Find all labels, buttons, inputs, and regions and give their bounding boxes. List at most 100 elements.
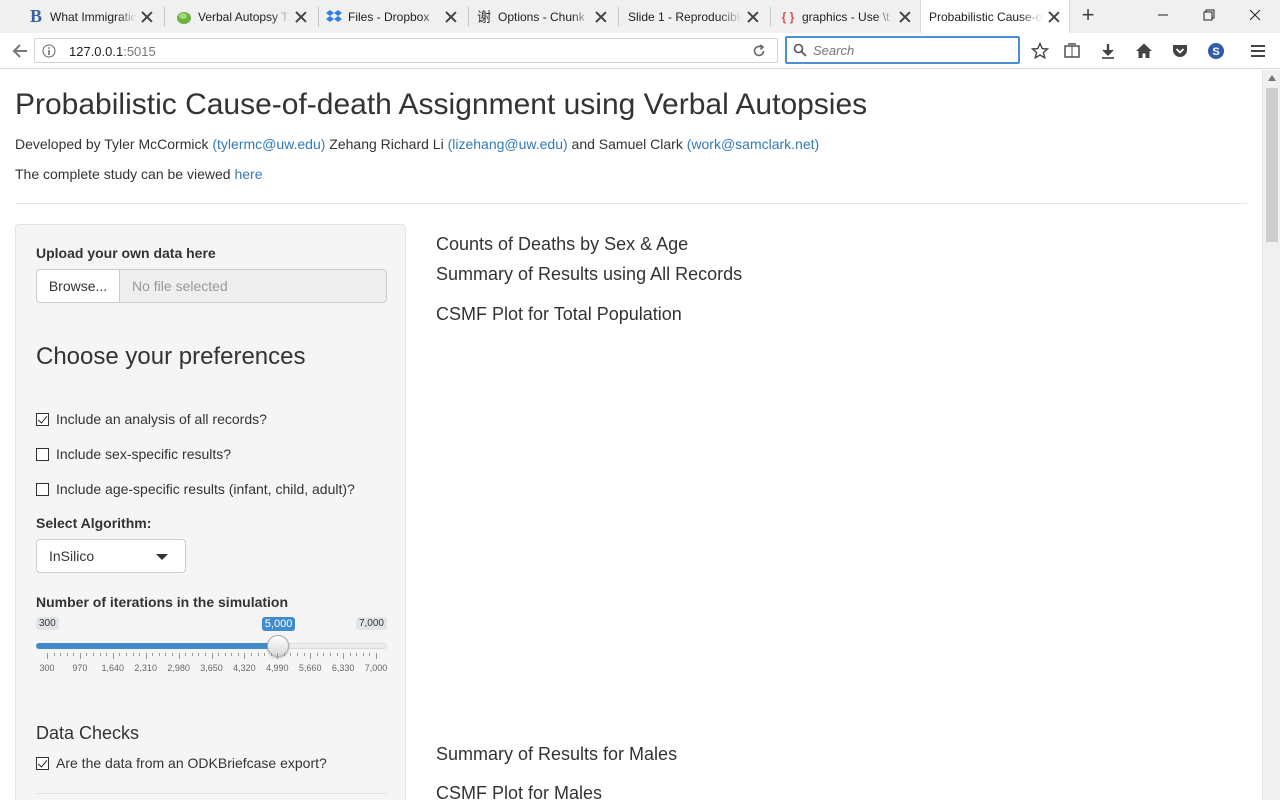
- back-arrow-icon[interactable]: [8, 39, 32, 63]
- slider-tick: [224, 653, 226, 656]
- extension-s-icon[interactable]: S: [1206, 41, 1226, 61]
- tab-label: graphics - Use \t: [802, 9, 890, 24]
- credits-text: and Samuel Clark: [567, 136, 687, 152]
- restore-icon[interactable]: [1186, 0, 1232, 30]
- slider-tick: [257, 653, 259, 656]
- divider: [15, 203, 1247, 204]
- email-link-clark[interactable]: (work@samclark.net): [687, 136, 819, 152]
- data-checks-heading: Data Checks: [36, 723, 140, 743]
- slider-tick: [47, 653, 48, 659]
- close-tab-icon[interactable]: [594, 10, 608, 24]
- credits-text: Developed by Tyler McCormick: [15, 136, 213, 152]
- new-tab-icon[interactable]: +: [1077, 4, 1099, 28]
- file-name-field[interactable]: No file selected: [119, 269, 387, 303]
- credits-text: Zehang Richard Li: [325, 136, 448, 152]
- close-window-icon[interactable]: [1232, 0, 1278, 30]
- slider-tick: [297, 653, 299, 656]
- search-box[interactable]: [785, 36, 1020, 64]
- tab-label: Slide 1 - Reproducible: [628, 9, 742, 24]
- tab-1[interactable]: B What Immigratio: [20, 0, 162, 33]
- slider-tick: [172, 653, 174, 656]
- close-tab-icon[interactable]: [898, 10, 912, 24]
- tab-label: Options - Chunk: [498, 9, 585, 24]
- tab-separator: [618, 7, 619, 27]
- study-line: The complete study can be viewed here: [15, 166, 263, 182]
- close-tab-icon[interactable]: [1047, 10, 1061, 24]
- page-title: Probabilistic Cause-of-death Assignment …: [15, 88, 868, 121]
- green-leaf-icon: [176, 9, 192, 25]
- checkbox-label: Include sex-specific results?: [56, 446, 232, 462]
- slider-tick: [316, 653, 318, 656]
- tab-2[interactable]: Verbal Autopsy T: [168, 0, 316, 33]
- slider-tick: [343, 653, 345, 659]
- file-upload: Browse... No file selected: [36, 269, 387, 303]
- slider-min-label: 300: [36, 617, 59, 630]
- close-tab-icon[interactable]: [746, 10, 760, 24]
- checkbox-icon[interactable]: [36, 482, 49, 496]
- slider-tick: [93, 653, 95, 656]
- tab-6[interactable]: { } graphics - Use \t: [772, 0, 920, 33]
- preferences-heading: Choose your preferences: [36, 343, 306, 370]
- navigation-bar: 127.0.0.1:5015 S: [0, 33, 1280, 69]
- study-link[interactable]: here: [234, 166, 262, 182]
- close-tab-icon[interactable]: [140, 10, 154, 24]
- email-link-li[interactable]: (lizehang@uw.edu): [448, 136, 568, 152]
- menu-hamburger-icon[interactable]: [1248, 41, 1268, 61]
- bootstrap-b-icon: B: [29, 6, 42, 26]
- slider-tick: [329, 653, 331, 656]
- email-link-mccormick[interactable]: (tylermc@uw.edu): [212, 136, 325, 152]
- bookmark-star-icon[interactable]: [1030, 41, 1050, 61]
- checkbox-sex-specific[interactable]: Include sex-specific results?: [36, 446, 231, 462]
- download-icon[interactable]: [1098, 41, 1118, 61]
- reload-icon[interactable]: [750, 42, 768, 60]
- slider-tick: [264, 653, 266, 656]
- url-text: 127.0.0.1:5015: [69, 44, 156, 59]
- tab-3[interactable]: Files - Dropbox: [318, 0, 466, 33]
- counts-heading: Counts of Deaths by Sex & Age: [436, 234, 689, 254]
- close-tab-icon[interactable]: [444, 10, 458, 24]
- slider-tick-label: 970: [72, 663, 88, 673]
- tab-4[interactable]: 谢 Options - Chunk: [468, 0, 616, 33]
- reading-list-icon[interactable]: [1062, 41, 1082, 61]
- slider-tick-label: 4,990: [266, 663, 289, 673]
- slider-tick: [145, 653, 147, 659]
- search-input[interactable]: [813, 42, 1013, 58]
- checkbox-icon[interactable]: [36, 447, 49, 461]
- tab-label: Verbal Autopsy T: [198, 9, 289, 24]
- checkbox-odk-export[interactable]: Are the data from an ODKBriefcase export…: [36, 755, 327, 771]
- home-icon[interactable]: [1134, 41, 1154, 61]
- slider-tick: [303, 653, 305, 656]
- scrollbar-thumb[interactable]: [1266, 88, 1278, 242]
- info-icon[interactable]: [41, 43, 57, 59]
- checkbox-icon[interactable]: [36, 412, 49, 426]
- tab-5[interactable]: Slide 1 - Reproducible: [620, 0, 768, 33]
- upload-label: Upload your own data here: [36, 245, 216, 261]
- pocket-icon[interactable]: [1170, 41, 1190, 61]
- algorithm-select[interactable]: InSilico: [36, 539, 186, 573]
- slider-tick: [244, 653, 246, 659]
- address-bar[interactable]: 127.0.0.1:5015: [34, 38, 778, 63]
- scrollbar[interactable]: [1262, 70, 1280, 800]
- slider-tick-label: 4,320: [233, 663, 256, 673]
- braces-icon: { }: [781, 9, 795, 24]
- iterations-slider[interactable]: 300 7,000 5,000 300 970 1,640 2,310 2,980 3,6…: [36, 617, 387, 677]
- slider-tick: [270, 653, 272, 656]
- slider-tick: [99, 653, 101, 656]
- slider-tick: [178, 653, 180, 659]
- minimize-icon[interactable]: [1140, 0, 1186, 30]
- checkbox-all-records[interactable]: Include an analysis of all records?: [36, 411, 267, 427]
- slider-tick: [185, 653, 187, 656]
- checkbox-icon[interactable]: [36, 756, 49, 770]
- slider-tick-label: 3,650: [200, 663, 223, 673]
- close-tab-icon[interactable]: [294, 10, 308, 24]
- summary-males-heading: Summary of Results for Males: [436, 744, 678, 764]
- browse-button[interactable]: Browse...: [36, 269, 120, 303]
- sidebar-divider: [36, 793, 387, 794]
- slider-tick: [211, 653, 213, 659]
- slider-tick: [66, 653, 68, 656]
- slider-tick-label: 7,000: [364, 663, 388, 673]
- checkbox-age-specific[interactable]: Include age-specific results (infant, ch…: [36, 481, 355, 497]
- tab-active[interactable]: Probabilistic Cause-o: [920, 0, 1070, 33]
- scroll-up-arrow-icon[interactable]: [1267, 73, 1277, 83]
- chinese-character-icon: 谢: [477, 8, 491, 25]
